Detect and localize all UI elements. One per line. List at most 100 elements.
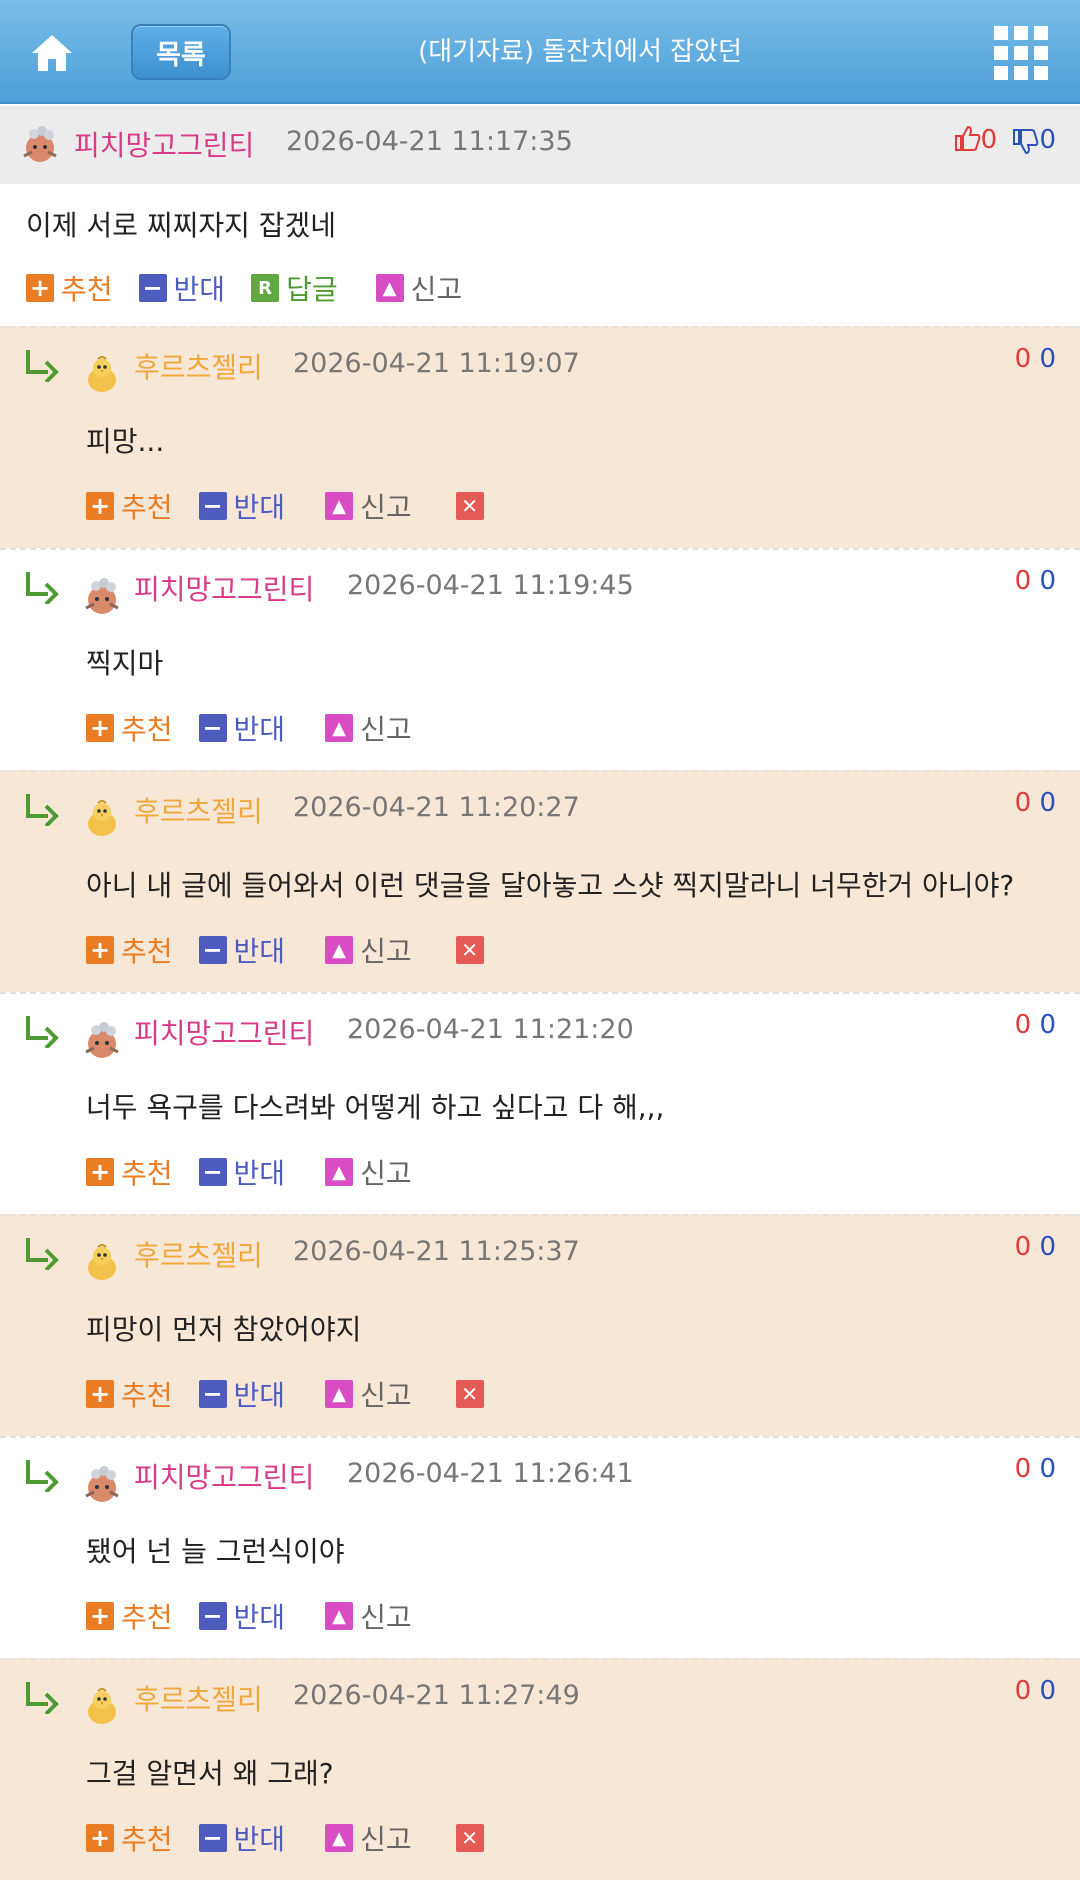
oppose-button[interactable]: − 반대: [138, 268, 226, 308]
report-button[interactable]: ▲ 신고: [325, 930, 412, 970]
close-icon: ✕: [455, 1824, 484, 1852]
report-button[interactable]: ▲ 신고: [325, 486, 412, 526]
comment-actions: + 추천 − 반대 ▲ 신고 ✕: [86, 486, 517, 526]
comment-up-count[interactable]: 0: [1015, 344, 1032, 374]
comment-down-count[interactable]: 0: [1039, 788, 1056, 818]
oppose-label: 반대: [233, 935, 286, 968]
comment-down-count[interactable]: 0: [1039, 1010, 1056, 1040]
delete-button[interactable]: ✕: [455, 492, 491, 520]
delete-button[interactable]: ✕: [455, 936, 491, 964]
list-button[interactable]: 목록: [131, 24, 231, 80]
comment-author[interactable]: 피치망고그린티: [134, 1456, 314, 1496]
report-bell-icon: ▲: [325, 492, 354, 520]
report-button[interactable]: ▲ 신고: [325, 1596, 412, 1636]
oppose-button[interactable]: − 반대: [198, 1152, 285, 1192]
recommend-label: 추천: [121, 713, 173, 746]
report-button[interactable]: ▲ 신고: [325, 1374, 412, 1414]
comment-up-count[interactable]: 0: [1015, 788, 1032, 818]
home-button[interactable]: [24, 28, 80, 78]
reply-arrow-icon: [26, 1016, 59, 1048]
report-label: 신고: [360, 491, 412, 524]
comment-actions: + 추천 − 반대 ▲ 신고: [86, 1152, 456, 1192]
report-button[interactable]: ▲ 신고: [375, 268, 462, 308]
oppose-label: 반대: [233, 491, 286, 524]
comment-down-count[interactable]: 0: [1039, 344, 1056, 374]
comment-row: 피치망고그린티 2026-04-21 11:21:20 0 0 너두 욕구를 다스려봐…: [0, 992, 1080, 1214]
plus-icon: +: [86, 1158, 114, 1186]
reply-arrow-icon: [26, 1460, 59, 1492]
recommend-button[interactable]: + 추천: [86, 1596, 173, 1636]
plus-icon: +: [26, 274, 54, 302]
recommend-label: 추천: [121, 1379, 173, 1412]
oppose-button[interactable]: − 반대: [198, 1374, 286, 1414]
comment-up-count[interactable]: 0: [1015, 1232, 1032, 1262]
plus-icon: +: [86, 1602, 114, 1630]
recommend-button[interactable]: + 추천: [86, 930, 173, 970]
report-button[interactable]: ▲ 신고: [325, 708, 412, 748]
reply-arrow-icon: [26, 572, 59, 604]
chick-avatar-icon: [88, 1688, 116, 1724]
comment-author[interactable]: 후르츠젤리: [134, 790, 263, 830]
oppose-label: 반대: [173, 273, 226, 306]
report-bell-icon: ▲: [325, 1602, 354, 1630]
recommend-button[interactable]: + 추천: [86, 1152, 173, 1192]
oppose-button[interactable]: − 반대: [198, 486, 286, 526]
comment-text: 피망...: [86, 425, 165, 458]
chick-avatar-icon: [88, 800, 116, 836]
grid-dot: [1034, 66, 1048, 80]
comment-up-count[interactable]: 0: [1015, 1454, 1032, 1484]
report-button[interactable]: ▲ 신고: [325, 1818, 412, 1858]
report-bell-icon: ▲: [325, 1824, 354, 1852]
report-button[interactable]: ▲ 신고: [325, 1152, 412, 1192]
comment-down-count[interactable]: 0: [1039, 1454, 1056, 1484]
recommend-button[interactable]: + 추천: [26, 268, 113, 308]
chick-avatar-icon: [88, 356, 116, 392]
comment-up-count[interactable]: 0: [1015, 1676, 1032, 1706]
minus-icon: −: [198, 492, 227, 520]
grid-dot: [1014, 46, 1028, 60]
comment-text: 찍지마: [86, 647, 164, 680]
reply-button[interactable]: R 답글: [251, 268, 338, 308]
comment-down-count[interactable]: 0: [1039, 1232, 1056, 1262]
comment-author[interactable]: 후르츠젤리: [134, 1678, 263, 1718]
oppose-button[interactable]: − 반대: [198, 1596, 285, 1636]
oppose-button[interactable]: − 반대: [198, 1818, 286, 1858]
thumbs-up-icon[interactable]: [953, 124, 981, 152]
oppose-label: 반대: [233, 1823, 286, 1856]
report-bell-icon: ▲: [325, 1380, 354, 1408]
minus-icon: −: [198, 1380, 227, 1408]
recommend-label: 추천: [121, 1823, 173, 1856]
plus-icon: +: [86, 936, 114, 964]
grid-dot: [1014, 66, 1028, 80]
menu-grid-button[interactable]: [994, 26, 1048, 80]
comment-author[interactable]: 피치망고그린티: [134, 568, 314, 608]
comment-author[interactable]: 피치망고그린티: [134, 1012, 314, 1052]
recommend-button[interactable]: + 추천: [86, 708, 173, 748]
recommend-button[interactable]: + 추천: [86, 1818, 173, 1858]
comment-author[interactable]: 후르츠젤리: [134, 346, 263, 386]
grid-dot: [994, 26, 1008, 40]
comment-actions: + 추천 − 반대 ▲ 신고 ✕: [86, 1374, 517, 1414]
comment-timestamp: 2026-04-21 11:26:41: [347, 1458, 634, 1489]
comment-up-count[interactable]: 0: [1015, 1010, 1032, 1040]
comment-votes: 0 0: [1015, 1232, 1056, 1262]
delete-button[interactable]: ✕: [455, 1380, 491, 1408]
thumbs-down-icon[interactable]: [1011, 128, 1039, 156]
comment-author[interactable]: 후르츠젤리: [134, 1234, 263, 1274]
report-label: 신고: [360, 1823, 412, 1856]
recommend-label: 추천: [121, 935, 173, 968]
comment-down-count[interactable]: 0: [1039, 1676, 1056, 1706]
recommend-button[interactable]: + 추천: [86, 1374, 173, 1414]
comment-up-count[interactable]: 0: [1015, 566, 1032, 596]
oppose-label: 반대: [233, 1379, 286, 1412]
peach-avatar-icon: [85, 1022, 119, 1058]
oppose-button[interactable]: − 반대: [198, 708, 285, 748]
comment-down-count[interactable]: 0: [1039, 566, 1056, 596]
report-label: 신고: [360, 1157, 412, 1190]
delete-button[interactable]: ✕: [455, 1824, 491, 1852]
comment-text: 너두 욕구를 다스려봐 어떻게 하고 싶다고 다 해,,,: [86, 1091, 665, 1124]
post-author[interactable]: 피치망고그린티: [74, 124, 254, 164]
comment-row: 후르츠젤리 2026-04-21 11:27:49 0 0 그걸 알면서 왜 그래? +…: [0, 1658, 1080, 1880]
oppose-button[interactable]: − 반대: [198, 930, 286, 970]
recommend-button[interactable]: + 추천: [86, 486, 173, 526]
